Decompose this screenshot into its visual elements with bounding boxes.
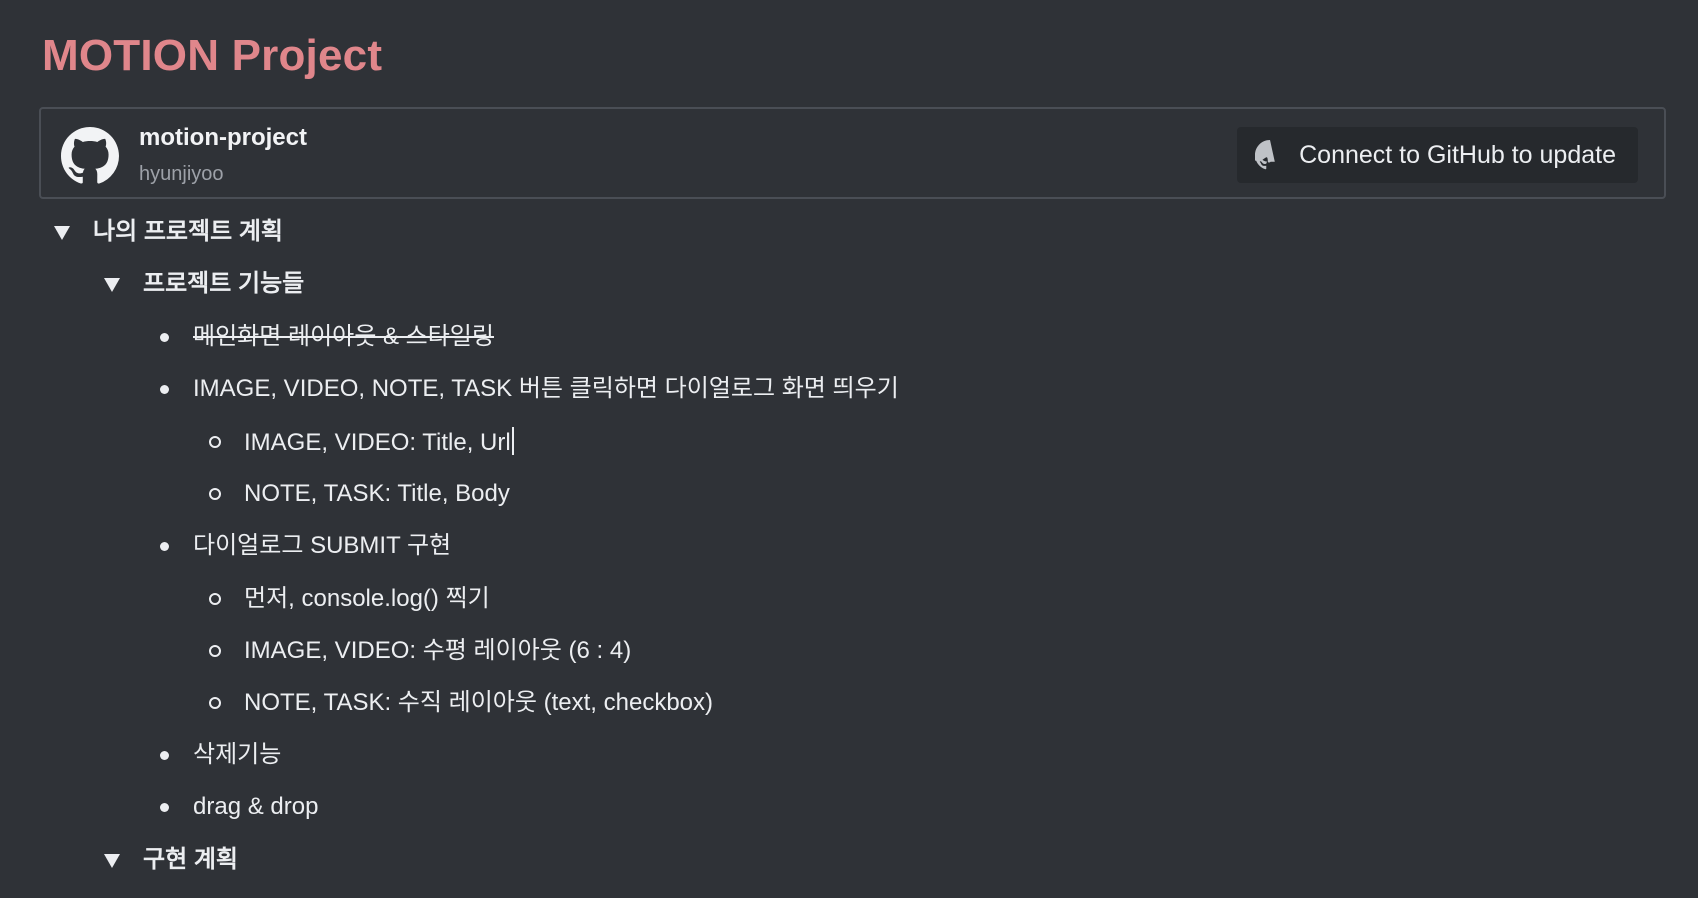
bullet-icon xyxy=(160,333,169,342)
sub-bullet-icon xyxy=(209,645,221,657)
sub-list-item[interactable]: NOTE, TASK: Title, Body xyxy=(244,479,510,509)
sub-list-item[interactable]: 먼저, console.log() 찍기 xyxy=(244,584,490,614)
github-repo-embed[interactable]: motion-project hyunjiyoo Connect to GitH… xyxy=(39,107,1666,199)
list-item[interactable]: 다이얼로그 SUBMIT 구현 xyxy=(193,531,451,561)
sub-bullet-icon xyxy=(209,488,221,500)
sub-list-item-editing[interactable]: IMAGE, VIDEO: Title, Url xyxy=(244,427,514,458)
github-icon xyxy=(61,127,119,184)
list-item[interactable]: IMAGE, VIDEO, NOTE, TASK 버튼 클릭하면 다이얼로그 화… xyxy=(193,374,899,404)
toggle-heading-implementation-plan[interactable]: 구현 계획 xyxy=(143,845,238,875)
bullet-icon xyxy=(160,385,169,394)
list-item[interactable]: 삭제기능 xyxy=(193,740,281,770)
toggle-arrow-icon[interactable] xyxy=(104,278,120,292)
toggle-arrow-icon[interactable] xyxy=(104,854,120,868)
list-item[interactable]: 메인화면 레이아웃 & 스타일링 xyxy=(193,322,494,352)
repo-name[interactable]: motion-project xyxy=(139,123,307,153)
sub-bullet-icon xyxy=(209,436,221,448)
text-cursor xyxy=(511,427,514,455)
sub-bullet-icon xyxy=(209,593,221,605)
notion-page: MOTION Project motion-project hyunjiyoo … xyxy=(0,0,1698,898)
sub-list-item-text: IMAGE, VIDEO: Title, Url xyxy=(244,429,511,456)
repo-owner: hyunjiyoo xyxy=(139,163,224,185)
bullet-icon xyxy=(160,803,169,812)
connect-button-label: Connect to GitHub to update xyxy=(1299,140,1616,169)
toggle-heading-features[interactable]: 프로젝트 기능들 xyxy=(143,269,304,299)
page-title[interactable]: MOTION Project xyxy=(42,28,382,84)
bullet-icon xyxy=(160,542,169,551)
bullet-icon xyxy=(160,751,169,760)
toggle-arrow-icon[interactable] xyxy=(54,226,70,240)
sub-list-item[interactable]: IMAGE, VIDEO: 수평 레이아웃 (6 : 4) xyxy=(244,636,631,666)
github-icon xyxy=(1255,140,1275,170)
connect-github-button[interactable]: Connect to GitHub to update xyxy=(1237,127,1638,183)
toggle-heading-plan[interactable]: 나의 프로젝트 계획 xyxy=(93,217,283,247)
sub-bullet-icon xyxy=(209,697,221,709)
sub-list-item[interactable]: NOTE, TASK: 수직 레이아웃 (text, checkbox) xyxy=(244,688,713,718)
list-item[interactable]: drag & drop xyxy=(193,792,318,822)
